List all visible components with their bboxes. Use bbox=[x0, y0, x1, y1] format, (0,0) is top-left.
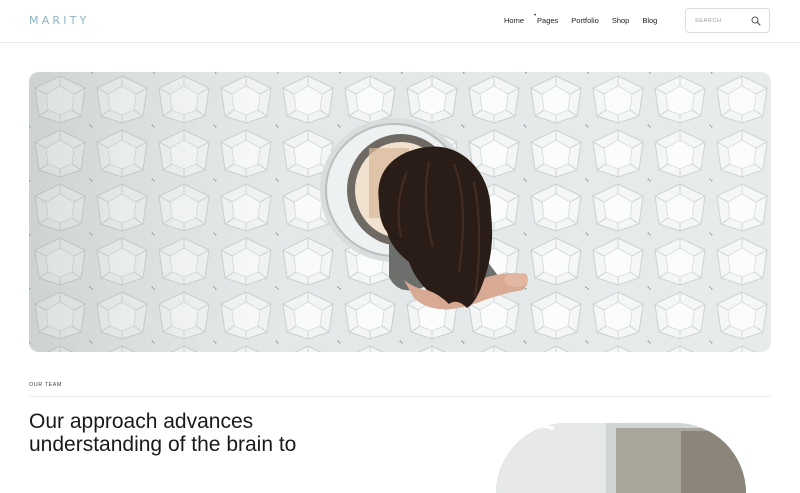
site-logo[interactable]: MARITY bbox=[29, 14, 90, 27]
pages-indicator-icon: • bbox=[534, 13, 537, 19]
nav-home[interactable]: Home bbox=[504, 16, 524, 25]
nav-pages-label: Pages bbox=[537, 16, 559, 25]
section-headline: Our approach advances understanding of t… bbox=[29, 410, 297, 456]
nav-shop[interactable]: Shop bbox=[612, 16, 630, 25]
nav-pages[interactable]: • Pages bbox=[534, 13, 559, 25]
nav-blog[interactable]: Blog bbox=[642, 16, 657, 25]
hero-image bbox=[29, 72, 771, 352]
section-label: OUR TEAM bbox=[29, 382, 62, 388]
team-photo bbox=[496, 423, 746, 493]
nav-portfolio[interactable]: Portfolio bbox=[571, 16, 599, 25]
team-photo-image bbox=[496, 423, 746, 493]
section-divider bbox=[29, 396, 771, 397]
search-input[interactable] bbox=[695, 15, 750, 27]
main-nav: Home • Pages Portfolio Shop Blog bbox=[504, 13, 670, 25]
hero-photo bbox=[29, 72, 771, 352]
search-box bbox=[685, 8, 770, 33]
site-header: MARITY Home • Pages Portfolio Shop Blog bbox=[0, 0, 800, 43]
search-icon[interactable] bbox=[751, 16, 761, 26]
